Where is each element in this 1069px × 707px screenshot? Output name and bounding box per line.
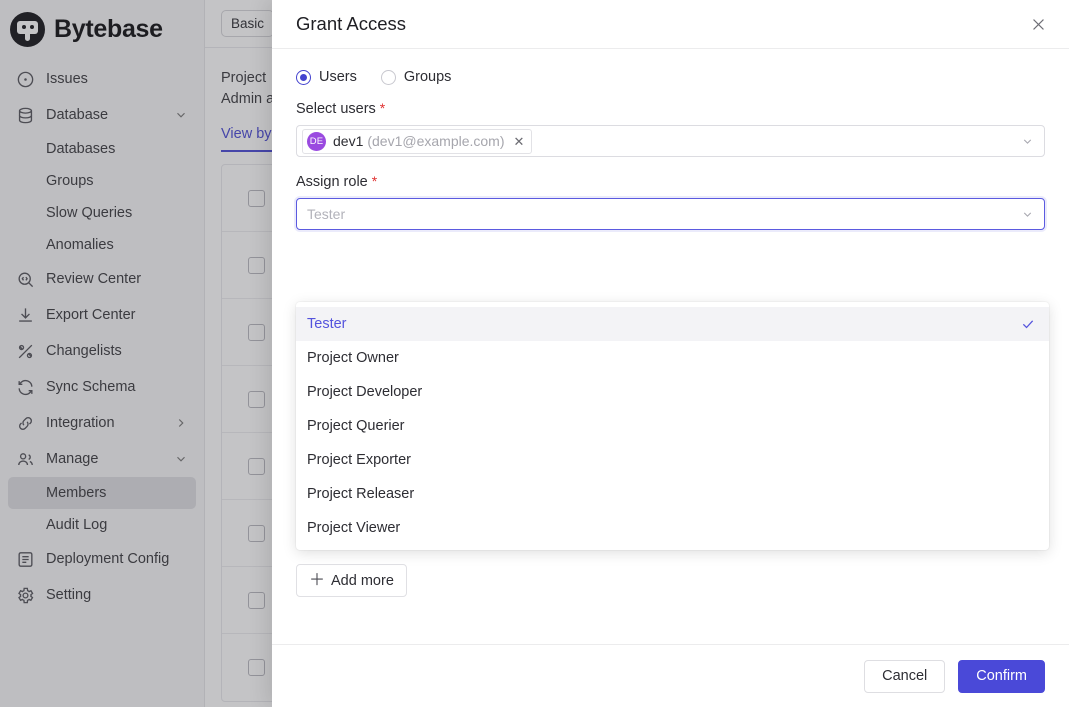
radio-icon-users[interactable] [296, 69, 311, 85]
required-marker: * [371, 173, 378, 189]
assign-role-label: Assign role * [296, 173, 1045, 190]
dropdown-option-tester[interactable]: Tester [296, 307, 1049, 341]
dialog-header: Grant Access [272, 0, 1069, 49]
radio-label: Users [319, 69, 357, 85]
user-tag[interactable]: DE dev1 (dev1@example.com) ✕ [302, 128, 533, 154]
dropdown-option-label: Tester [307, 316, 347, 332]
radio-label: Groups [403, 69, 452, 85]
assign-role-dropdown: Tester Project Owner Project Developer P… [296, 302, 1049, 550]
dropdown-option-label: Project Releaser [307, 486, 415, 502]
chevron-down-icon[interactable] [1021, 208, 1034, 221]
dropdown-option-project-owner[interactable]: Project Owner [296, 341, 1049, 375]
assign-role-select[interactable]: Tester [296, 198, 1045, 230]
close-icon[interactable]: ✕ [514, 135, 525, 148]
chevron-down-icon[interactable] [1021, 135, 1034, 148]
dropdown-option-label: Project Exporter [307, 452, 411, 468]
dropdown-option-label: Project Owner [307, 350, 399, 366]
app-root: Bytebase Issues Database Databases Group… [0, 0, 1069, 707]
radio-option-users[interactable]: Users [296, 69, 357, 85]
radio-icon-groups[interactable] [380, 69, 396, 85]
plus-icon: ＋ [309, 571, 326, 589]
dialog-title: Grant Access [296, 13, 407, 34]
dropdown-option-label: Project Querier [307, 418, 405, 434]
dropdown-option-project-viewer[interactable]: Project Viewer [296, 511, 1049, 545]
dialog-body: Users Groups Select users * DE dev1 (dev… [272, 49, 1069, 644]
avatar: DE [307, 131, 326, 151]
add-more-button[interactable]: ＋ Add more [296, 564, 407, 597]
dropdown-option-project-releaser[interactable]: Project Releaser [296, 477, 1049, 511]
confirm-button[interactable]: Confirm [958, 659, 1045, 693]
user-tag-email: (dev1@example.com) [367, 133, 505, 149]
check-icon [1021, 317, 1035, 331]
required-marker: * [379, 100, 386, 116]
user-tag-name: dev1 [333, 133, 364, 149]
add-more-wrap: ＋ Add more [296, 564, 407, 597]
dropdown-option-label: Project Developer [307, 384, 423, 400]
cancel-button[interactable]: Cancel [864, 659, 946, 693]
add-more-label: Add more [331, 572, 394, 589]
label-text: Select users [296, 101, 376, 117]
dropdown-option-project-exporter[interactable]: Project Exporter [296, 443, 1049, 477]
dialog-footer: Cancel Confirm [272, 644, 1069, 707]
dropdown-option-project-querier[interactable]: Project Querier [296, 409, 1049, 443]
grant-access-dialog: Grant Access Users Groups Select users * [272, 0, 1069, 707]
close-icon[interactable] [1025, 11, 1051, 37]
dropdown-option-project-developer[interactable]: Project Developer [296, 375, 1049, 409]
principal-type-radio-group: Users Groups [296, 69, 1045, 85]
select-users-input[interactable]: DE dev1 (dev1@example.com) ✕ [296, 125, 1045, 157]
select-users-label: Select users * [296, 100, 1045, 117]
label-text: Assign role [296, 174, 368, 190]
assign-role-placeholder: Tester [307, 206, 346, 222]
radio-option-groups[interactable]: Groups [380, 69, 452, 85]
dropdown-option-label: Project Viewer [307, 520, 401, 536]
